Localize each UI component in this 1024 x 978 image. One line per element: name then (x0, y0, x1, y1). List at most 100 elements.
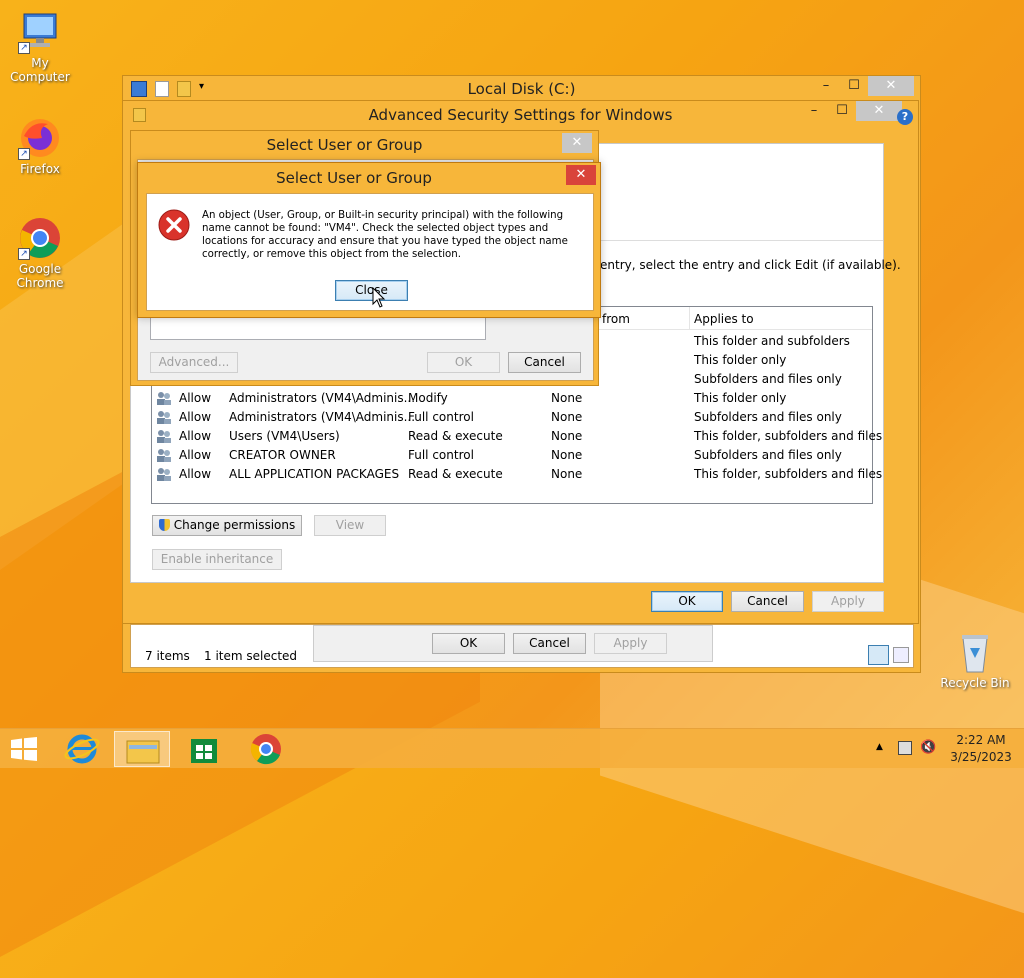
internet-explorer-icon (64, 734, 100, 764)
close-button[interactable]: ✕ (868, 76, 914, 96)
recycle-bin-icon (953, 630, 997, 674)
type-cell: Allow (179, 391, 212, 405)
select-advanced-button[interactable]: Advanced... (150, 352, 238, 373)
principal-cell: Administrators (VM4\Adminis... (229, 391, 416, 405)
properties-cancel-button[interactable]: Cancel (513, 633, 586, 654)
list-item[interactable]: Subfolders and files only (694, 372, 842, 386)
access-cell: Full control (408, 410, 474, 424)
type-cell: Allow (179, 429, 212, 443)
select-user-title: Select User or Group (266, 136, 423, 154)
desktop-icon-label: Firefox (20, 162, 60, 176)
change-permissions-button[interactable]: Change permissions (152, 515, 302, 536)
list-item[interactable]: This folder and subfolders (694, 334, 850, 348)
chrome-icon: ↗ (18, 216, 62, 260)
table-row[interactable]: Allow CREATOR OWNER Full control None Su… (152, 446, 872, 465)
users-icon (157, 449, 171, 462)
inherited-cell: None (551, 448, 583, 462)
taskbar-store[interactable] (176, 731, 232, 767)
access-cell: Full control (408, 448, 474, 462)
help-icon[interactable]: ? (897, 109, 913, 125)
advanced-window-controls: – ☐ ✕ (800, 101, 902, 121)
status-selected: 1 item selected (204, 649, 298, 663)
applies-cell: Subfolders and files only (694, 448, 842, 462)
type-cell: Allow (179, 467, 212, 481)
clock-date[interactable]: 3/25/2023 (946, 750, 1016, 764)
change-permissions-label: Change permissions (173, 518, 296, 532)
view-button[interactable]: View (314, 515, 386, 536)
advanced-cancel-button[interactable]: Cancel (731, 591, 804, 612)
cursor-icon (372, 287, 386, 308)
type-cell: Allow (179, 448, 212, 462)
error-message: An object (User, Group, or Built-in secu… (202, 210, 568, 260)
desktop-icon-label: Recycle Bin (940, 676, 1010, 690)
select-ok-button[interactable]: OK (427, 352, 500, 373)
users-icon (157, 392, 171, 405)
clock-time[interactable]: 2:22 AM (946, 733, 1016, 747)
advanced-ok-button[interactable]: OK (651, 591, 723, 612)
applies-cell: This folder only (694, 391, 787, 405)
error-client: An object (User, Group, or Built-in secu… (146, 193, 594, 311)
inherited-cell: None (551, 391, 583, 405)
access-cell: Read & execute (408, 429, 503, 443)
type-cell: Allow (179, 410, 212, 424)
volume-muted-icon[interactable]: 🔇 (920, 740, 936, 755)
access-cell: Modify (408, 391, 448, 405)
view-large-icons-icon[interactable] (893, 647, 909, 663)
enable-inheritance-button[interactable]: Enable inheritance (152, 549, 282, 570)
explorer-title: Local Disk (C:) (467, 80, 576, 98)
principal-cell: CREATOR OWNER (229, 448, 336, 462)
desktop-icon-chrome[interactable]: ↗ Google Chrome (0, 216, 80, 290)
applies-cell: This folder, subfolders and files (694, 429, 883, 443)
column-header-applies-to[interactable]: Applies to (694, 312, 754, 326)
principal-cell: Users (VM4\Users) (229, 429, 340, 443)
maximize-button[interactable]: ☐ (840, 76, 868, 96)
list-item[interactable]: This folder only (694, 353, 786, 367)
inherited-cell: None (551, 467, 583, 481)
table-row[interactable]: Allow Administrators (VM4\Adminis... Ful… (152, 408, 872, 427)
users-icon (157, 468, 171, 481)
instruction-text: entry, select the entry and click Edit (… (600, 258, 901, 272)
explorer-window-controls: – ☐ ✕ (812, 76, 914, 96)
desktop-icon-recycle-bin[interactable]: Recycle Bin (935, 630, 1015, 690)
show-hidden-icons-icon[interactable]: ▲ (876, 742, 883, 752)
advanced-security-title: Advanced Security Settings for Windows (368, 106, 673, 124)
taskbar-chrome[interactable] (238, 731, 294, 767)
inherited-cell: None (551, 410, 583, 424)
view-details-icon[interactable] (868, 645, 889, 665)
column-header-from[interactable]: from (602, 312, 630, 326)
properties-button-bar: OK Cancel Apply (313, 625, 713, 662)
close-button[interactable]: ✕ (566, 165, 596, 185)
network-icon[interactable] (898, 741, 912, 755)
applies-cell: Subfolders and files only (694, 410, 842, 424)
desktop-icon-firefox[interactable]: ↗ Firefox (0, 116, 80, 176)
close-button[interactable]: ✕ (562, 133, 592, 153)
table-row[interactable]: Allow Users (VM4\Users) Read & execute N… (152, 427, 882, 446)
principal-cell: ALL APPLICATION PACKAGES (229, 467, 400, 481)
taskbar-file-explorer[interactable] (114, 731, 170, 767)
minimize-button[interactable]: – (800, 101, 828, 121)
taskbar-internet-explorer[interactable] (54, 731, 110, 767)
advanced-apply-button[interactable]: Apply (812, 591, 884, 612)
shield-icon (158, 519, 170, 531)
table-row[interactable]: Allow Administrators (VM4\Adminis... Mod… (152, 389, 872, 408)
properties-ok-button[interactable]: OK (432, 633, 505, 654)
minimize-button[interactable]: – (812, 76, 840, 96)
computer-icon: ↗ (18, 10, 62, 54)
taskbar: ▲ 🔇 2:22 AM 3/25/2023 (0, 728, 1024, 768)
principal-cell: Administrators (VM4\Adminis... (229, 410, 416, 424)
error-dialog: Select User or Group ✕ An object (User, … (137, 162, 601, 318)
windows-start-icon[interactable] (10, 737, 38, 761)
access-cell: Read & execute (408, 467, 503, 481)
inherited-cell: None (551, 429, 583, 443)
firefox-icon: ↗ (18, 116, 62, 160)
users-icon (157, 411, 171, 424)
table-row[interactable]: Allow ALL APPLICATION PACKAGES Read & ex… (152, 465, 882, 484)
maximize-button[interactable]: ☐ (828, 101, 856, 121)
desktop-icon-my-computer[interactable]: ↗ My Computer (0, 10, 80, 84)
folder-icon (126, 740, 160, 764)
select-cancel-button[interactable]: Cancel (508, 352, 581, 373)
store-icon (191, 739, 217, 763)
close-button[interactable]: ✕ (856, 101, 902, 121)
properties-apply-button[interactable]: Apply (594, 633, 667, 654)
chrome-icon (250, 734, 281, 765)
